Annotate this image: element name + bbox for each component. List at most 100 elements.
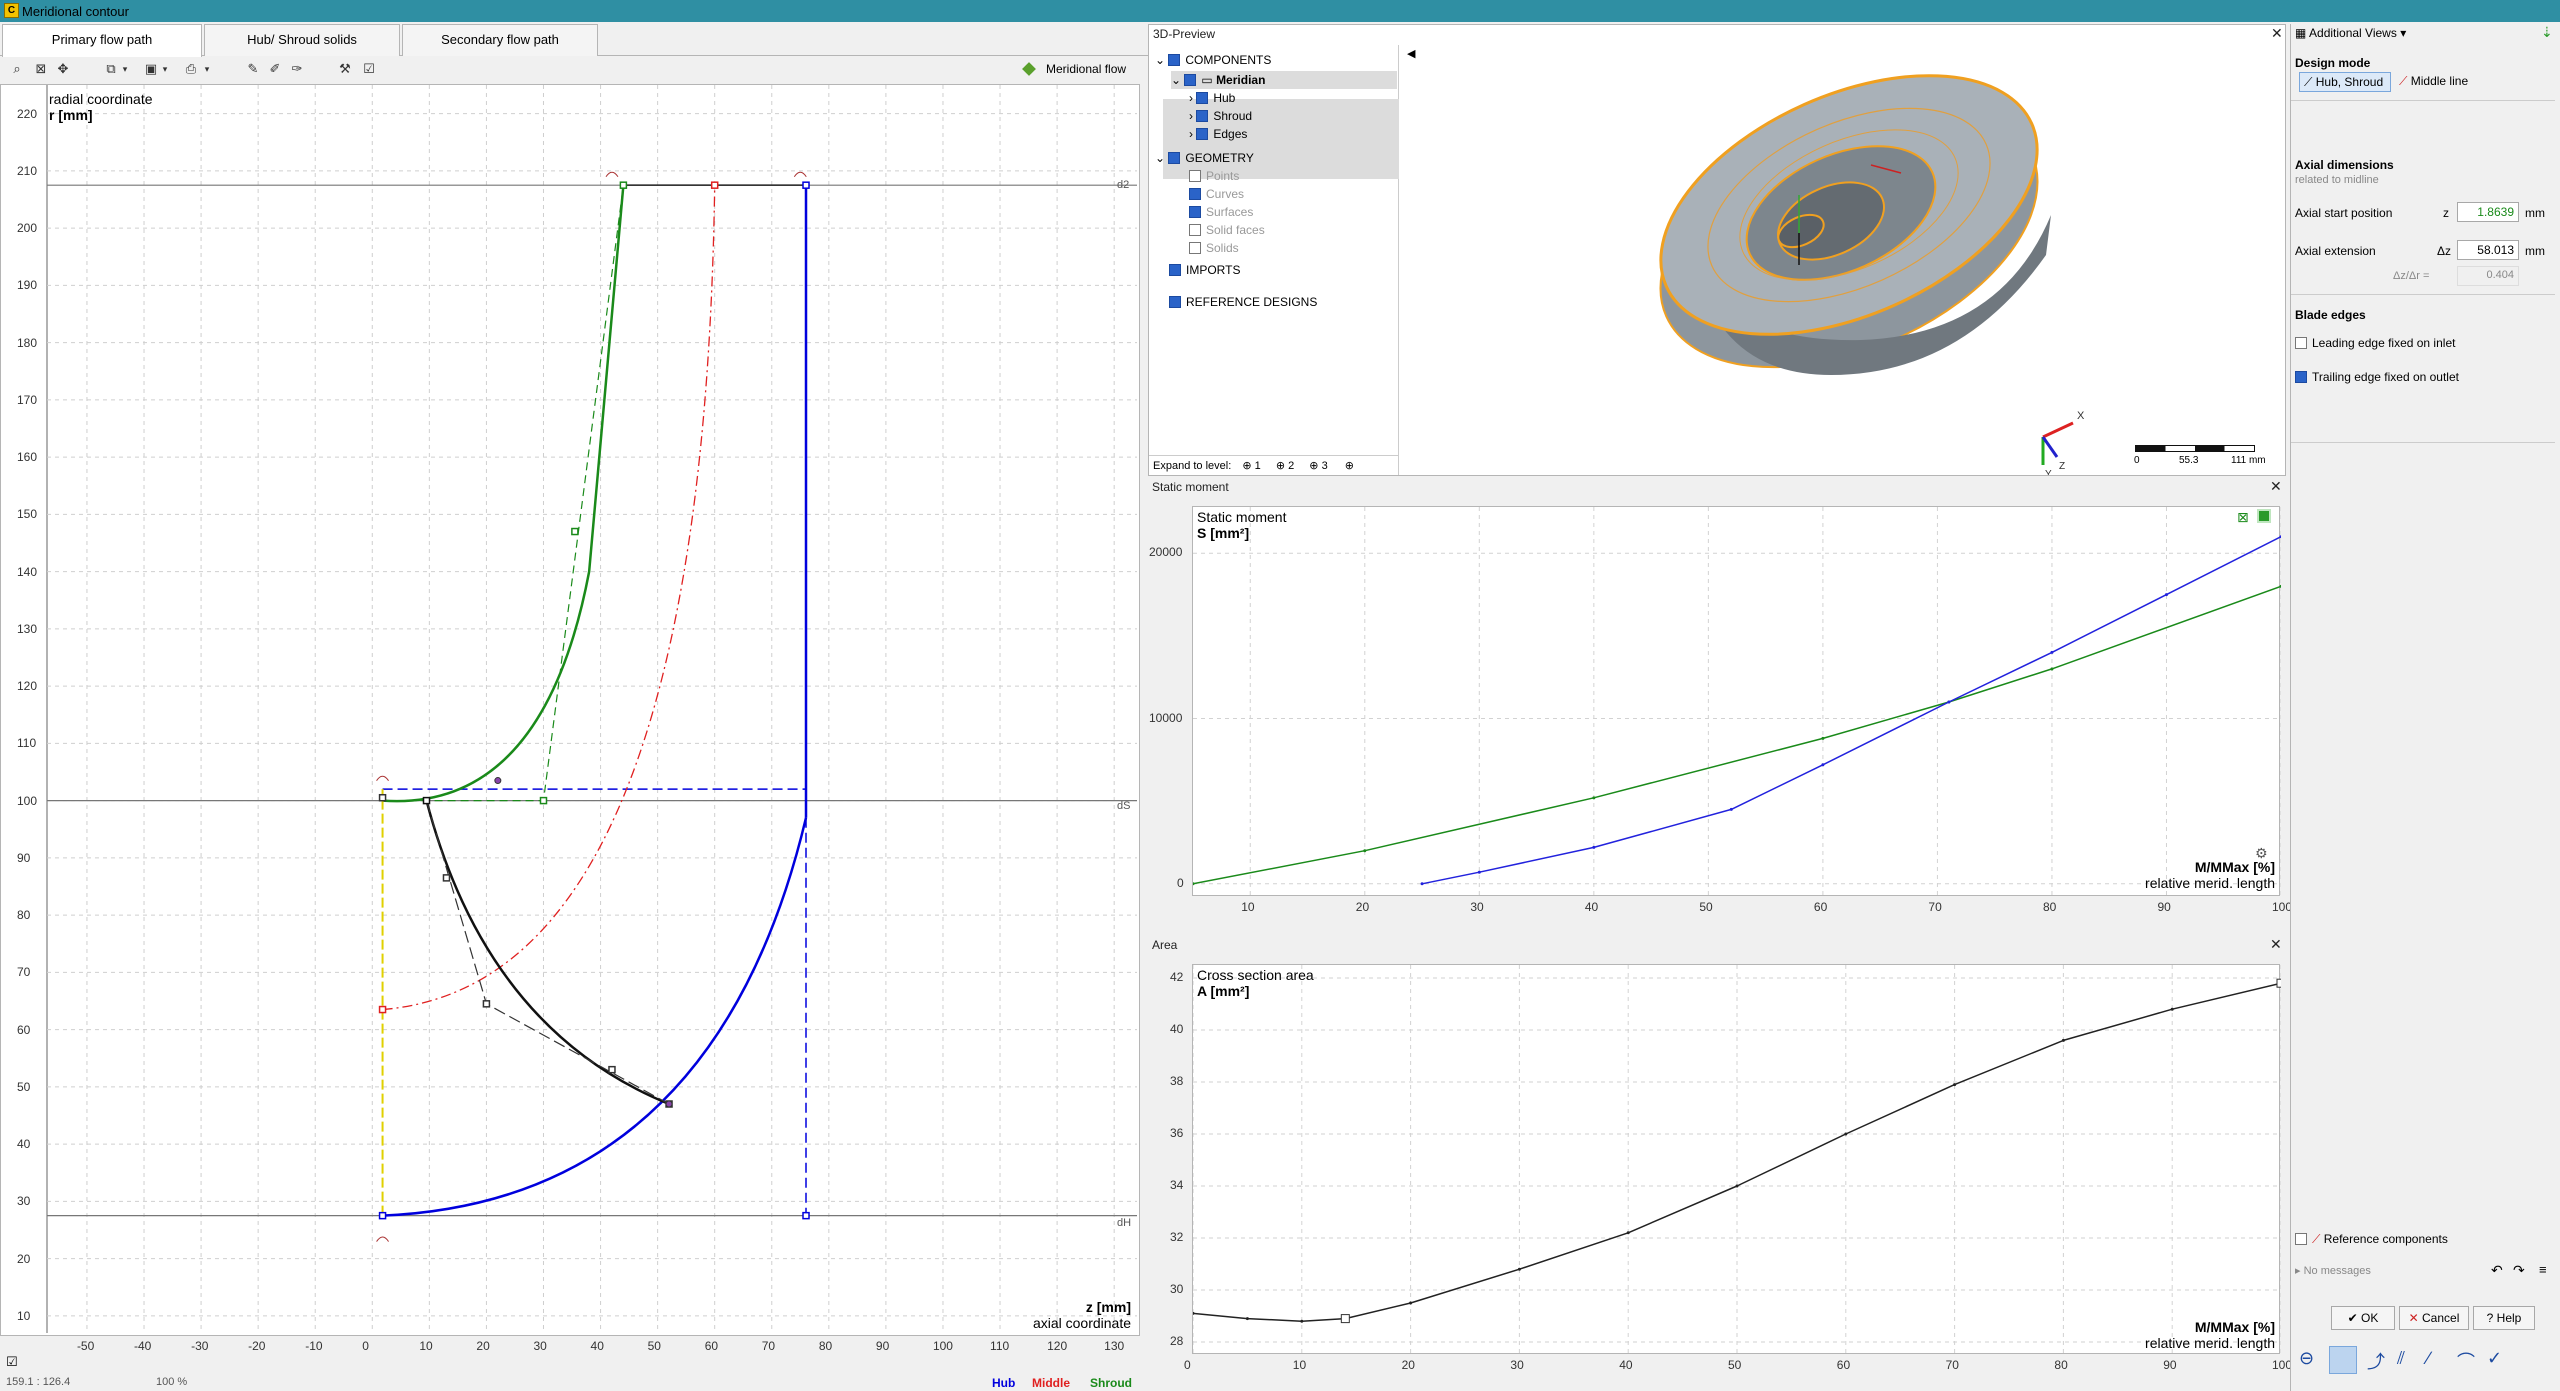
expand-all-icon[interactable]: ⊕ bbox=[1345, 460, 1354, 472]
meridional-flow-label[interactable]: Meridional flow bbox=[1046, 62, 1126, 76]
tree-solid-faces[interactable]: Solid faces bbox=[1189, 221, 1265, 239]
y-tick-label: 30 bbox=[1170, 1282, 1184, 1296]
x-tick-label: 50 bbox=[647, 1339, 661, 1353]
menu-icon[interactable]: ≡ bbox=[2539, 1262, 2547, 1277]
chart-select-icon[interactable]: ⊠ bbox=[2237, 509, 2249, 526]
sm-xlabel2: relative merid. length bbox=[2145, 875, 2275, 891]
3d-viewport[interactable]: X Y Z bbox=[1401, 45, 2281, 475]
data-point bbox=[1245, 1317, 1249, 1321]
close-icon[interactable]: ✕ bbox=[2270, 478, 2282, 495]
tree-meridian[interactable]: ⌄ ▭ Meridian bbox=[1171, 71, 1397, 89]
y-tick-label: 60 bbox=[17, 1022, 31, 1037]
mode-hub-shroud-button[interactable]: ⟋ Hub, Shroud bbox=[2299, 72, 2391, 92]
static-moment-chart[interactable]: Static moment S [mm²] M/MMax [%] relativ… bbox=[1192, 506, 2281, 897]
tree-edges[interactable]: › Edges bbox=[1189, 125, 1247, 143]
tree-geometry[interactable]: ⌄ GEOMETRY bbox=[1155, 149, 1254, 167]
slash-mode-icon[interactable]: ∕ bbox=[2427, 1348, 2430, 1369]
meridional-plot[interactable] bbox=[1, 85, 1141, 1337]
close-icon[interactable]: ✕ bbox=[2271, 25, 2283, 42]
meridian-mode-icon[interactable]: ⊖ bbox=[2299, 1348, 2314, 1369]
tab-primary-flow-path[interactable]: Primary flow path bbox=[2, 24, 202, 57]
x-tick-label: 110 bbox=[990, 1339, 1010, 1353]
apply-arrow-icon[interactable]: ⇣ bbox=[2541, 24, 2553, 41]
edit-points-icon[interactable]: ✑ bbox=[288, 60, 306, 78]
tool-icon[interactable]: ⚒ bbox=[336, 60, 354, 78]
meridional-plot-panel[interactable]: -50 -40 -30 -20 -10 0 10 20 30 40 50 60 70 80 90 100 110… bbox=[0, 84, 1141, 1353]
preview-panel: 3D-Preview ✕ ⌄ COMPONENTS ⌄ ▭ Meridian ›… bbox=[1148, 24, 2286, 476]
data-point bbox=[1300, 1319, 1304, 1323]
chevron-down-icon[interactable]: ▾ bbox=[116, 60, 134, 78]
tab-hub-shroud-solids[interactable]: Hub/ Shroud solids bbox=[204, 24, 400, 56]
expand-level-3[interactable]: ⊕ 3 bbox=[1309, 460, 1327, 472]
data-point bbox=[1592, 845, 1596, 849]
additional-views[interactable]: ▦ Additional Views ▾ bbox=[2295, 26, 2406, 40]
y-tick-label: 180 bbox=[17, 335, 38, 350]
y-tick-label: 28 bbox=[1170, 1334, 1184, 1348]
axial-extension-input[interactable]: 58.013 bbox=[2457, 240, 2519, 260]
x-tick-label: 60 bbox=[1836, 1358, 1851, 1372]
leading-edge-checkbox[interactable]: Leading edge fixed on inlet bbox=[2295, 336, 2455, 350]
tree-surfaces[interactable]: Surfaces bbox=[1189, 203, 1253, 221]
tab-secondary-flow-path[interactable]: Secondary flow path bbox=[402, 24, 598, 56]
meridional-flow-icon bbox=[1022, 62, 1036, 76]
x-tick-label: 10 bbox=[1241, 900, 1255, 914]
fit-view-icon[interactable]: ⊠ bbox=[32, 60, 50, 78]
tree-shroud[interactable]: › Shroud bbox=[1189, 107, 1252, 125]
edit-icon[interactable]: ✎ bbox=[244, 60, 262, 78]
pan-icon[interactable]: ✥ bbox=[54, 60, 72, 78]
y-tick-label: 34 bbox=[1170, 1178, 1184, 1192]
tree-solids[interactable]: Solids bbox=[1189, 239, 1239, 257]
scale-bar bbox=[2135, 445, 2255, 452]
reference-components[interactable]: ⟋ Reference components bbox=[2295, 1232, 2448, 1247]
d2-label: d2 bbox=[1117, 179, 1130, 191]
views-icon: ▦ bbox=[2295, 26, 2307, 40]
trailing-edge-checkbox[interactable]: Trailing edge fixed on outlet bbox=[2295, 370, 2459, 384]
data-point bbox=[1821, 736, 1825, 740]
chevron-down-icon[interactable]: ▾ bbox=[156, 60, 174, 78]
close-icon[interactable]: ✕ bbox=[2270, 936, 2282, 953]
ok-button[interactable]: ✔ OK bbox=[2331, 1306, 2395, 1330]
window-title: Meridional contour bbox=[22, 4, 129, 19]
contour-mode-icon[interactable] bbox=[2329, 1346, 2357, 1374]
axial-extension-unit: mm bbox=[2525, 244, 2545, 258]
tab-bar: Primary flow path Hub/ Shroud solids Sec… bbox=[0, 24, 1148, 57]
x-tick-label: 80 bbox=[818, 1339, 833, 1353]
tree-components[interactable]: ⌄ COMPONENTS bbox=[1155, 51, 1271, 69]
tree-reference-designs[interactable]: REFERENCE DESIGNS bbox=[1169, 293, 1317, 311]
y-tick-label: 90 bbox=[17, 850, 31, 865]
undo-icon[interactable]: ↶ bbox=[2491, 1262, 2503, 1279]
series-line-0 bbox=[1193, 585, 2281, 885]
expand-level-1[interactable]: ⊕ 1 bbox=[1242, 460, 1260, 472]
checkbox-icon[interactable]: ☑ bbox=[6, 1354, 18, 1370]
lines-mode-icon[interactable]: ⫽ bbox=[2397, 1348, 2405, 1369]
data-point bbox=[1947, 700, 1951, 704]
x-tick-label: -50 bbox=[76, 1339, 95, 1353]
zoom-icon[interactable]: ⌕ bbox=[8, 60, 26, 78]
tree-imports[interactable]: IMPORTS bbox=[1169, 261, 1240, 279]
curve-mode-icon[interactable]: ⌒ bbox=[2457, 1348, 2475, 1374]
edit-curve-icon[interactable]: ✐ bbox=[266, 60, 284, 78]
x-tick-label: 0 bbox=[362, 1339, 369, 1353]
status-bar: ☑ 159.1 : 126.4 100 % Hub Middle Shroud bbox=[0, 1352, 1140, 1391]
tree-curves[interactable]: Curves bbox=[1189, 185, 1244, 203]
axial-start-input[interactable]: 1.8639 bbox=[2457, 202, 2519, 222]
mode-middle-line-button[interactable]: ⟋ Middle line bbox=[2395, 72, 2495, 92]
area-chart[interactable]: Cross section area A [mm²] M/MMax [%] re… bbox=[1192, 964, 2281, 1355]
tree-points[interactable]: Points bbox=[1189, 167, 1239, 185]
chevron-down-icon[interactable]: ▾ bbox=[198, 60, 216, 78]
checklist-icon[interactable]: ☑ bbox=[360, 60, 378, 78]
data-point bbox=[1193, 1311, 1195, 1315]
gear-icon[interactable]: ⚙ bbox=[2255, 845, 2268, 862]
redo-icon[interactable]: ↷ bbox=[2513, 1262, 2525, 1279]
expand-level-2[interactable]: ⊕ 2 bbox=[1276, 460, 1294, 472]
vector-mode-icon[interactable]: ⤴ bbox=[2367, 1348, 2385, 1374]
mode-toolbar: ⊖ ⤴ ⫽ ∕ ⌒ ✓ bbox=[2291, 1342, 2560, 1378]
chart-color-icon[interactable] bbox=[2257, 509, 2271, 523]
cancel-button[interactable]: ✕ Cancel bbox=[2399, 1306, 2469, 1330]
tree-hub[interactable]: › Hub bbox=[1189, 89, 1235, 107]
y-tick-label: 40 bbox=[1170, 1022, 1184, 1036]
help-button[interactable]: ? Help bbox=[2473, 1306, 2535, 1330]
check-mode-icon[interactable]: ✓ bbox=[2487, 1348, 2502, 1369]
related-to-label: related to midline bbox=[2295, 174, 2379, 186]
data-point bbox=[1729, 807, 1733, 811]
